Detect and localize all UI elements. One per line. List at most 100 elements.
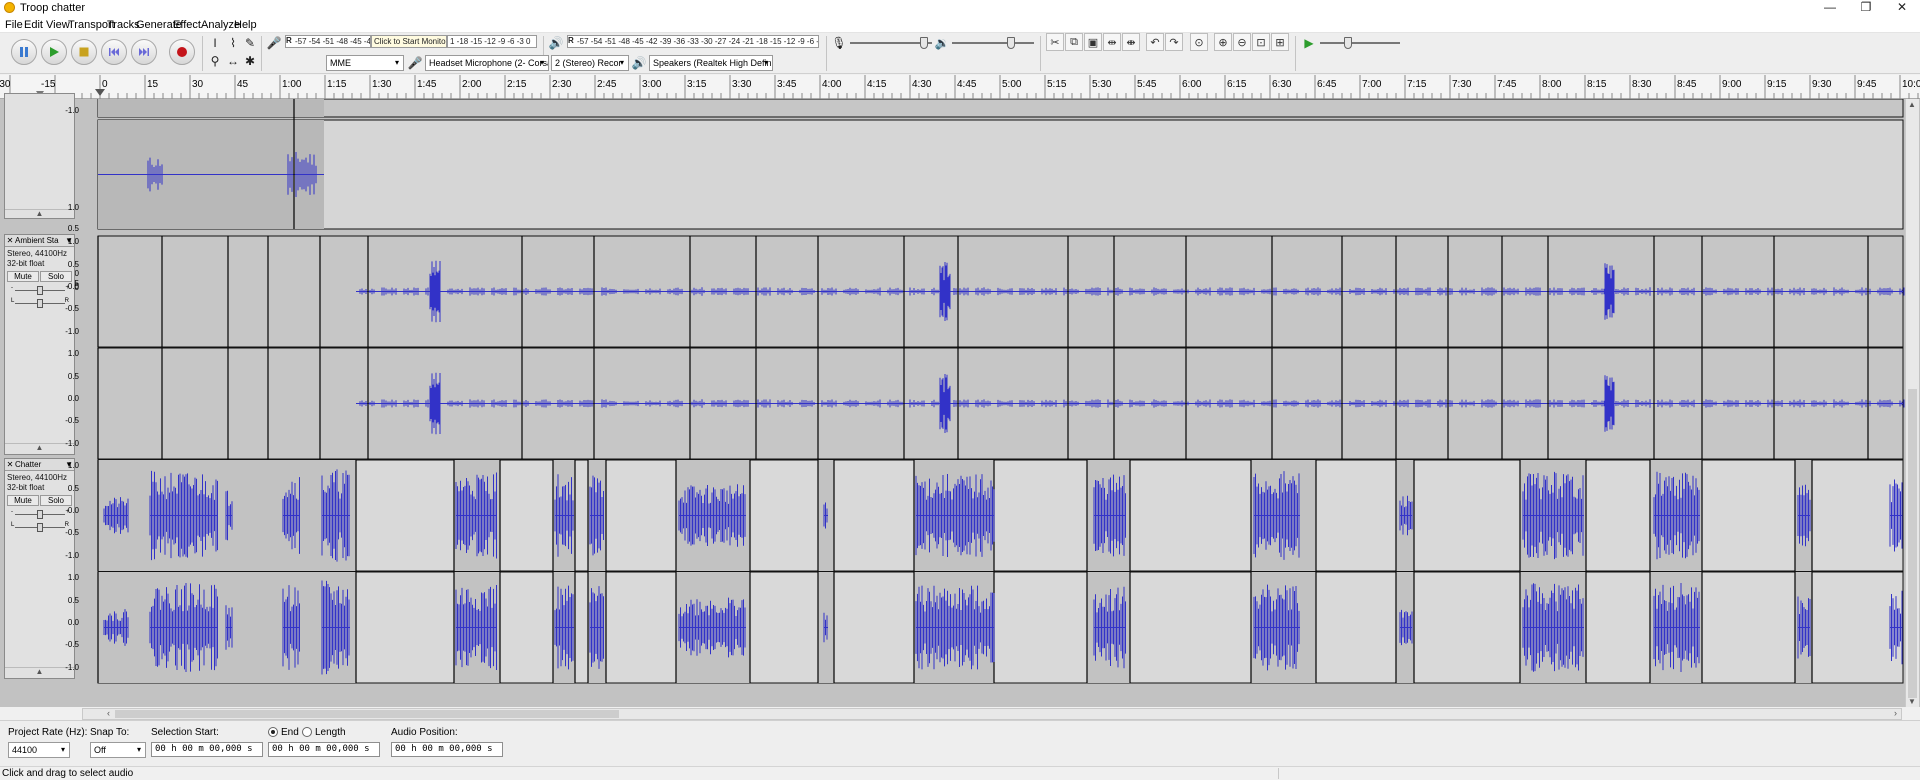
menu-effect[interactable]: Effect bbox=[173, 19, 201, 31]
ruler-label: 4:00 bbox=[822, 79, 842, 90]
speaker-icon[interactable]: 🔊 bbox=[548, 35, 564, 51]
end-radio[interactable] bbox=[268, 727, 278, 737]
audio-host-dropdown[interactable]: MME ▾ bbox=[326, 55, 404, 71]
ruler-label: 3:45 bbox=[777, 79, 797, 90]
play-head-marker-icon[interactable] bbox=[95, 89, 105, 96]
slider-thumb[interactable] bbox=[920, 37, 928, 49]
input-device-dropdown[interactable]: Headset Microphone (2- Corsa ▾ bbox=[425, 55, 549, 71]
play-at-speed-icon[interactable]: ▶ bbox=[1301, 35, 1317, 51]
menu-file[interactable]: File bbox=[5, 19, 23, 31]
scale-label: 0.5 bbox=[67, 372, 79, 381]
time-shift-tool-icon[interactable]: ↔ bbox=[225, 53, 241, 69]
scroll-left-icon[interactable]: ‹ bbox=[107, 708, 110, 718]
track-name: Chatter bbox=[15, 460, 42, 469]
stop-button[interactable] bbox=[71, 39, 97, 65]
multi-tool-icon[interactable]: ✱ bbox=[242, 53, 258, 69]
slider-thumb[interactable] bbox=[1344, 37, 1352, 49]
skip-to-end-button[interactable] bbox=[131, 39, 157, 65]
output-device-dropdown[interactable]: Speakers (Realtek High Defini ▾ bbox=[649, 55, 773, 71]
microphone-icon[interactable]: 🎤 bbox=[266, 35, 282, 51]
fit-selection-icon[interactable]: ⊡ bbox=[1252, 33, 1270, 51]
paste-icon[interactable]: ▣ bbox=[1084, 33, 1102, 51]
stop-icon bbox=[79, 47, 89, 57]
envelope-tool-icon[interactable]: ⌇ bbox=[225, 35, 241, 51]
silence-audio-icon[interactable]: ⇼ bbox=[1122, 33, 1140, 51]
playback-volume-slider[interactable] bbox=[952, 36, 1034, 50]
slider-thumb[interactable] bbox=[37, 299, 43, 308]
slider-thumb[interactable] bbox=[37, 286, 43, 295]
mute-button[interactable]: Mute bbox=[7, 495, 39, 506]
track-info-format: 32-bit float bbox=[7, 483, 45, 492]
record-meter-scale-tail[interactable]: 1 -18 -15 -12 -9 -6 -3 0 bbox=[447, 35, 537, 48]
selection-start-field[interactable]: 00 h 00 m 00,000 s bbox=[151, 742, 263, 757]
cut-icon[interactable]: ✂ bbox=[1046, 33, 1064, 51]
slider-thumb[interactable] bbox=[1007, 37, 1015, 49]
menu-edit[interactable]: Edit bbox=[24, 19, 43, 31]
slider-thumb[interactable] bbox=[37, 523, 43, 532]
ruler-label: -30 bbox=[0, 79, 11, 90]
scale-label: -0.5 bbox=[65, 640, 79, 649]
track-info-format: 32-bit float bbox=[7, 259, 45, 268]
undo-icon[interactable]: ↶ bbox=[1146, 33, 1164, 51]
input-device-mic-icon: 🎤 bbox=[407, 56, 423, 70]
menu-view[interactable]: View bbox=[46, 19, 70, 31]
pause-button[interactable] bbox=[11, 39, 37, 65]
scroll-up-icon[interactable]: ▲ bbox=[1908, 100, 1916, 109]
selection-end-field[interactable]: 00 h 00 m 00,000 s bbox=[268, 742, 380, 757]
close-button[interactable]: ✕ bbox=[1884, 0, 1920, 16]
gain-slider[interactable]: - + bbox=[11, 509, 69, 520]
fit-project-icon[interactable]: ⊞ bbox=[1271, 33, 1289, 51]
scroll-down-icon[interactable]: ▼ bbox=[1908, 697, 1916, 706]
restore-button[interactable]: ❐ bbox=[1848, 0, 1884, 16]
record-meter[interactable]: R -57 -54 -51 -48 -45 -42 -3 bbox=[285, 35, 371, 48]
ruler-label: 1:00 bbox=[282, 79, 302, 90]
record-button[interactable] bbox=[169, 39, 195, 65]
pause-icon bbox=[20, 47, 28, 57]
zoom-in-icon[interactable]: ⊕ bbox=[1214, 33, 1232, 51]
skip-to-start-button[interactable] bbox=[101, 39, 127, 65]
zoom-tool-icon[interactable]: ⚲ bbox=[207, 53, 223, 69]
snap-to-dropdown[interactable]: Off ▾ bbox=[90, 742, 146, 758]
playback-meter[interactable]: R -57 -54 -51 -48 -45 -42 -39 -36 -33 -3… bbox=[567, 35, 819, 48]
slider-thumb[interactable] bbox=[37, 510, 43, 519]
close-track-icon[interactable]: ✕ bbox=[5, 235, 15, 246]
mute-button[interactable]: Mute bbox=[7, 271, 39, 282]
toolbar-separator bbox=[1295, 36, 1296, 71]
pan-slider[interactable]: LR bbox=[11, 522, 69, 533]
pan-slider[interactable]: LR bbox=[11, 298, 69, 309]
close-track-icon[interactable]: ✕ bbox=[5, 459, 15, 470]
horizontal-scrollbar[interactable]: ‹ › bbox=[82, 708, 1902, 720]
sync-lock-icon[interactable]: ⊙ bbox=[1190, 33, 1208, 51]
input-channels-dropdown[interactable]: 2 (Stereo) Recor ▾ bbox=[551, 55, 629, 71]
input-channels-value: 2 (Stereo) Recor bbox=[555, 58, 622, 68]
vertical-scroll-thumb[interactable] bbox=[1908, 389, 1917, 698]
audio-position-field[interactable]: 00 h 00 m 00,000 s bbox=[391, 742, 503, 757]
ruler-label: 45 bbox=[237, 79, 249, 90]
zoom-out-icon[interactable]: ⊖ bbox=[1233, 33, 1251, 51]
play-button[interactable] bbox=[41, 39, 67, 65]
trim-audio-icon[interactable]: ⇹ bbox=[1103, 33, 1121, 51]
record-meter-channel-label: R bbox=[286, 36, 292, 45]
record-volume-slider[interactable] bbox=[850, 36, 932, 50]
ruler-label: 0 bbox=[102, 79, 108, 90]
waveform-display[interactable] bbox=[0, 99, 1905, 707]
play-at-speed-slider[interactable] bbox=[1320, 36, 1400, 50]
draw-tool-icon[interactable]: ✎ bbox=[242, 35, 258, 51]
length-radio[interactable] bbox=[302, 727, 312, 737]
copy-icon[interactable]: ⧉ bbox=[1065, 33, 1083, 51]
start-monitoring-tooltip[interactable]: Click to Start Monitoring bbox=[371, 35, 447, 48]
minimize-button[interactable]: — bbox=[1812, 0, 1848, 16]
horizontal-scroll-thumb[interactable] bbox=[115, 710, 619, 718]
selection-tool-icon[interactable]: Ι bbox=[207, 35, 223, 51]
menu-help[interactable]: Help bbox=[234, 19, 257, 31]
vertical-scrollbar[interactable]: ▲ ▼ bbox=[1905, 99, 1919, 707]
tracks-area[interactable]: ▲ -1.0 1.0 0.5 0.0 -0.5 -1.0 ✕Ambient St… bbox=[0, 93, 1920, 707]
timeline-ruler[interactable]: -30 -15 0 15 30 45 1:00 1:15 1:30 1:45 2:00 2:15 2:3… bbox=[0, 75, 1920, 99]
scale-label: 1.0 bbox=[67, 573, 79, 582]
gain-slider[interactable]: - + bbox=[11, 285, 69, 296]
project-rate-dropdown[interactable]: 44100 ▾ bbox=[8, 742, 70, 758]
redo-icon[interactable]: ↷ bbox=[1165, 33, 1183, 51]
menu-tracks[interactable]: Tracks bbox=[107, 19, 140, 31]
ruler-label: 9:00 bbox=[1722, 79, 1742, 90]
scroll-right-icon[interactable]: › bbox=[1894, 708, 1897, 718]
